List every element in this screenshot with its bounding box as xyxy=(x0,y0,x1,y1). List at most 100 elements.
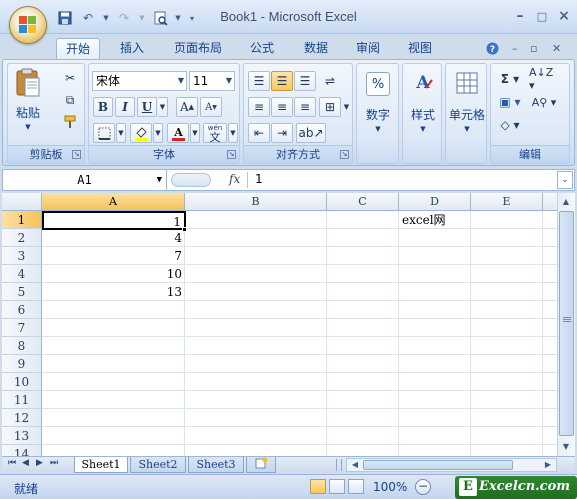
grid-cell[interactable] xyxy=(327,445,399,456)
row-header[interactable]: 7 xyxy=(2,319,42,337)
grid-cell[interactable] xyxy=(327,355,399,373)
row-header[interactable]: 1 xyxy=(2,211,42,229)
grid-cell[interactable] xyxy=(42,355,185,373)
align-top-button[interactable]: ☰ xyxy=(248,71,270,91)
grid-cell[interactable] xyxy=(471,319,543,337)
align-bottom-button[interactable]: ☰ xyxy=(294,71,316,91)
grid-cell[interactable] xyxy=(327,247,399,265)
sheet-tab-sheet3[interactable]: Sheet3 xyxy=(188,457,244,473)
grid-cell[interactable] xyxy=(471,247,543,265)
tab-formulas[interactable]: 公式 xyxy=(240,38,284,60)
grid-cell[interactable] xyxy=(471,355,543,373)
grid-cell[interactable] xyxy=(185,211,327,229)
scroll-down-button[interactable]: ▼ xyxy=(558,439,574,455)
borders-dropdown[interactable]: ▼ xyxy=(116,123,126,143)
font-color-dropdown[interactable]: ▼ xyxy=(190,123,200,143)
grid-cell[interactable] xyxy=(185,319,327,337)
cell-d1[interactable]: excel网 xyxy=(399,211,471,229)
bold-button[interactable]: B xyxy=(93,97,113,117)
copy-button[interactable]: ⧉ xyxy=(60,90,80,110)
paste-button[interactable]: 粘贴 ▼ xyxy=(10,68,46,131)
grid-cell[interactable] xyxy=(543,211,557,229)
row-header[interactable]: 6 xyxy=(2,301,42,319)
grid-cell[interactable] xyxy=(42,391,185,409)
grid-cell[interactable] xyxy=(471,409,543,427)
grid-cell[interactable] xyxy=(42,301,185,319)
fill-color-dropdown[interactable]: ▼ xyxy=(153,123,163,143)
grid-cell[interactable] xyxy=(185,229,327,247)
alignment-launcher[interactable]: ↘ xyxy=(340,150,349,159)
grid-cell[interactable] xyxy=(471,283,543,301)
grid-cell[interactable] xyxy=(327,373,399,391)
cell-a4[interactable]: 10 xyxy=(42,265,185,283)
maximize-button[interactable]: □ xyxy=(531,6,553,26)
vertical-scrollbar[interactable]: ▲ ▼ xyxy=(557,193,575,456)
grid-cell[interactable] xyxy=(399,283,471,301)
grid-cell[interactable] xyxy=(399,301,471,319)
grid-cell[interactable] xyxy=(399,337,471,355)
row-header[interactable]: 5 xyxy=(2,283,42,301)
next-sheet-button[interactable]: ▶ xyxy=(36,458,43,468)
grid-cell[interactable] xyxy=(185,445,327,456)
number-dropdown-arrow[interactable]: ▼ xyxy=(358,125,398,133)
grid-cell[interactable] xyxy=(327,409,399,427)
vertical-scroll-thumb[interactable] xyxy=(559,211,574,436)
grid-cell[interactable] xyxy=(543,319,557,337)
grid-cell[interactable] xyxy=(543,427,557,445)
grid-cell[interactable] xyxy=(543,283,557,301)
ribbon-minimize-button[interactable]: – xyxy=(512,42,518,55)
font-launcher[interactable]: ↘ xyxy=(227,150,236,159)
sheet-tab-sheet1[interactable]: Sheet1 xyxy=(74,457,128,473)
phonetic-dropdown[interactable]: ▼ xyxy=(228,123,238,143)
orientation-button[interactable]: ab↗ xyxy=(296,123,326,143)
row-header[interactable]: 10 xyxy=(2,373,42,391)
row-header[interactable]: 14 xyxy=(2,445,42,456)
tab-data[interactable]: 数据 xyxy=(294,38,338,60)
row-header[interactable]: 9 xyxy=(2,355,42,373)
formula-bar-resize-handle[interactable] xyxy=(171,173,211,187)
clipboard-launcher[interactable]: ↘ xyxy=(72,150,81,159)
italic-button[interactable]: I xyxy=(115,97,135,117)
grid-cell[interactable] xyxy=(543,337,557,355)
wrap-text-button[interactable]: ⇌ xyxy=(319,71,341,91)
align-right-button[interactable]: ≡ xyxy=(294,97,316,117)
workbook-close-button[interactable]: ✕ xyxy=(552,42,561,55)
grid-cell[interactable] xyxy=(399,319,471,337)
grid-cell[interactable] xyxy=(471,445,543,456)
grid-cell[interactable] xyxy=(327,391,399,409)
grid-cell[interactable] xyxy=(327,283,399,301)
scroll-right-button[interactable]: ▶ xyxy=(540,457,556,473)
grid-cell[interactable] xyxy=(471,229,543,247)
page-break-view-button[interactable] xyxy=(348,479,364,494)
cut-button[interactable]: ✂ xyxy=(60,68,80,88)
grid-cell[interactable] xyxy=(42,319,185,337)
grid-cell[interactable] xyxy=(185,409,327,427)
cell-a5[interactable]: 13 xyxy=(42,283,185,301)
paste-dropdown-arrow[interactable]: ▼ xyxy=(10,123,46,131)
font-name-combo[interactable]: 宋体 ▼ xyxy=(92,71,187,91)
grid-cell[interactable] xyxy=(543,355,557,373)
close-button[interactable]: × xyxy=(553,6,575,26)
grid-cell[interactable] xyxy=(327,265,399,283)
row-header[interactable]: 8 xyxy=(2,337,42,355)
merge-dropdown[interactable]: ▼ xyxy=(342,97,351,117)
row-header[interactable]: 12 xyxy=(2,409,42,427)
align-left-button[interactable]: ≡ xyxy=(248,97,270,117)
tab-review[interactable]: 审阅 xyxy=(346,38,390,60)
grid-cell[interactable] xyxy=(327,229,399,247)
first-sheet-button[interactable]: ⏮ xyxy=(8,458,16,468)
grid-cell[interactable] xyxy=(543,409,557,427)
normal-view-button[interactable] xyxy=(310,479,326,494)
prev-sheet-button[interactable]: ◀ xyxy=(22,458,29,468)
column-header-c[interactable]: C xyxy=(327,193,399,211)
grid-cell[interactable] xyxy=(185,247,327,265)
expand-formula-bar-button[interactable]: ⌄ xyxy=(557,171,573,189)
cell-a2[interactable]: 4 xyxy=(42,229,185,247)
grid-cell[interactable] xyxy=(543,301,557,319)
grid-cell[interactable] xyxy=(185,391,327,409)
format-painter-button[interactable] xyxy=(60,112,80,132)
grid-cell[interactable] xyxy=(185,373,327,391)
tab-split-handle[interactable] xyxy=(336,459,342,471)
tab-page-layout[interactable]: 页面布局 xyxy=(166,38,230,60)
grid-cell[interactable] xyxy=(327,319,399,337)
